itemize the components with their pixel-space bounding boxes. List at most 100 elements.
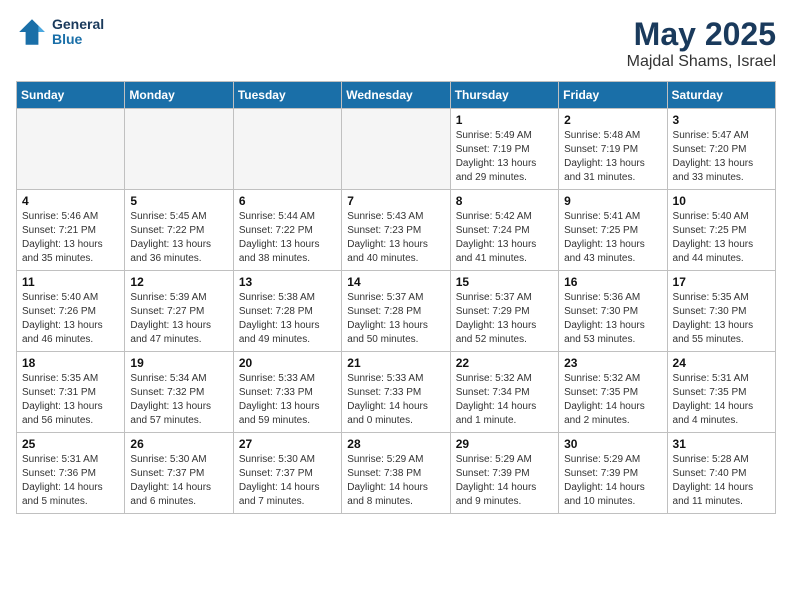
day-cell bbox=[125, 109, 233, 190]
day-header-saturday: Saturday bbox=[667, 82, 775, 109]
logo-icon bbox=[16, 16, 48, 48]
day-cell: 18 Sunrise: 5:35 AM Sunset: 7:31 PM Dayli… bbox=[17, 352, 125, 433]
day-number: 15 bbox=[456, 275, 553, 289]
logo: General Blue bbox=[16, 16, 104, 48]
day-header-sunday: Sunday bbox=[17, 82, 125, 109]
day-cell: 1 Sunrise: 5:49 AM Sunset: 7:19 PM Daylig… bbox=[450, 109, 558, 190]
day-detail: Sunrise: 5:48 AM Sunset: 7:19 PM Dayligh… bbox=[564, 129, 661, 185]
day-detail: Sunrise: 5:33 AM Sunset: 7:33 PM Dayligh… bbox=[347, 372, 444, 428]
day-number: 17 bbox=[673, 275, 770, 289]
day-number: 4 bbox=[22, 194, 119, 208]
day-cell: 14 Sunrise: 5:37 AM Sunset: 7:28 PM Dayli… bbox=[342, 271, 450, 352]
day-cell: 26 Sunrise: 5:30 AM Sunset: 7:37 PM Dayli… bbox=[125, 433, 233, 514]
day-cell: 30 Sunrise: 5:29 AM Sunset: 7:39 PM Dayli… bbox=[559, 433, 667, 514]
logo-text: General Blue bbox=[52, 17, 104, 48]
day-cell: 23Sunrise: 5:32 AM Sunset: 7:35 PM Dayli… bbox=[559, 352, 667, 433]
day-cell: 17 Sunrise: 5:35 AM Sunset: 7:30 PM Dayli… bbox=[667, 271, 775, 352]
day-cell: 8Sunrise: 5:42 AM Sunset: 7:24 PM Daylig… bbox=[450, 190, 558, 271]
day-detail: Sunrise: 5:29 AM Sunset: 7:39 PM Dayligh… bbox=[564, 453, 661, 509]
day-header-wednesday: Wednesday bbox=[342, 82, 450, 109]
day-cell: 19 Sunrise: 5:34 AM Sunset: 7:32 PM Dayli… bbox=[125, 352, 233, 433]
day-detail: Sunrise: 5:36 AM Sunset: 7:30 PM Dayligh… bbox=[564, 291, 661, 347]
day-cell: 6 Sunrise: 5:44 AM Sunset: 7:22 PM Daylig… bbox=[233, 190, 341, 271]
day-cell: 7 Sunrise: 5:43 AM Sunset: 7:23 PM Daylig… bbox=[342, 190, 450, 271]
day-number: 10 bbox=[673, 194, 770, 208]
day-cell: 27Sunrise: 5:30 AM Sunset: 7:37 PM Dayli… bbox=[233, 433, 341, 514]
day-cell: 21Sunrise: 5:33 AM Sunset: 7:33 PM Dayli… bbox=[342, 352, 450, 433]
calendar-body: 1 Sunrise: 5:49 AM Sunset: 7:19 PM Daylig… bbox=[17, 109, 776, 514]
day-detail: Sunrise: 5:35 AM Sunset: 7:30 PM Dayligh… bbox=[673, 291, 770, 347]
day-number: 1 bbox=[456, 113, 553, 127]
day-number: 29 bbox=[456, 437, 553, 451]
day-number: 2 bbox=[564, 113, 661, 127]
day-detail: Sunrise: 5:41 AM Sunset: 7:25 PM Dayligh… bbox=[564, 210, 661, 266]
day-cell: 3 Sunrise: 5:47 AM Sunset: 7:20 PM Daylig… bbox=[667, 109, 775, 190]
day-cell: 15 Sunrise: 5:37 AM Sunset: 7:29 PM Dayli… bbox=[450, 271, 558, 352]
logo-line1: General bbox=[52, 17, 104, 32]
day-detail: Sunrise: 5:37 AM Sunset: 7:29 PM Dayligh… bbox=[456, 291, 553, 347]
day-cell bbox=[342, 109, 450, 190]
day-number: 30 bbox=[564, 437, 661, 451]
day-cell: 29 Sunrise: 5:29 AM Sunset: 7:39 PM Dayli… bbox=[450, 433, 558, 514]
calendar-table: SundayMondayTuesdayWednesdayThursdayFrid… bbox=[16, 81, 776, 514]
day-header-monday: Monday bbox=[125, 82, 233, 109]
day-header-thursday: Thursday bbox=[450, 82, 558, 109]
week-row-5: 25 Sunrise: 5:31 AM Sunset: 7:36 PM Dayli… bbox=[17, 433, 776, 514]
day-detail: Sunrise: 5:47 AM Sunset: 7:20 PM Dayligh… bbox=[673, 129, 770, 185]
day-number: 9 bbox=[564, 194, 661, 208]
day-number: 25 bbox=[22, 437, 119, 451]
location: Majdal Shams, Israel bbox=[627, 53, 776, 71]
day-cell: 2 Sunrise: 5:48 AM Sunset: 7:19 PM Daylig… bbox=[559, 109, 667, 190]
day-detail: Sunrise: 5:37 AM Sunset: 7:28 PM Dayligh… bbox=[347, 291, 444, 347]
day-cell: 13 Sunrise: 5:38 AM Sunset: 7:28 PM Dayli… bbox=[233, 271, 341, 352]
day-detail: Sunrise: 5:33 AM Sunset: 7:33 PM Dayligh… bbox=[239, 372, 336, 428]
day-detail: Sunrise: 5:40 AM Sunset: 7:25 PM Dayligh… bbox=[673, 210, 770, 266]
logo-line2: Blue bbox=[52, 32, 104, 47]
day-number: 6 bbox=[239, 194, 336, 208]
title-block: May 2025 Majdal Shams, Israel bbox=[627, 16, 776, 71]
day-number: 13 bbox=[239, 275, 336, 289]
day-detail: Sunrise: 5:29 AM Sunset: 7:38 PM Dayligh… bbox=[347, 453, 444, 509]
day-cell bbox=[233, 109, 341, 190]
day-cell: 25 Sunrise: 5:31 AM Sunset: 7:36 PM Dayli… bbox=[17, 433, 125, 514]
day-cell: 12Sunrise: 5:39 AM Sunset: 7:27 PM Dayli… bbox=[125, 271, 233, 352]
day-cell: 16Sunrise: 5:36 AM Sunset: 7:30 PM Dayli… bbox=[559, 271, 667, 352]
day-detail: Sunrise: 5:49 AM Sunset: 7:19 PM Dayligh… bbox=[456, 129, 553, 185]
day-number: 3 bbox=[673, 113, 770, 127]
day-cell: 11Sunrise: 5:40 AM Sunset: 7:26 PM Dayli… bbox=[17, 271, 125, 352]
day-detail: Sunrise: 5:30 AM Sunset: 7:37 PM Dayligh… bbox=[130, 453, 227, 509]
day-number: 5 bbox=[130, 194, 227, 208]
day-number: 23 bbox=[564, 356, 661, 370]
day-detail: Sunrise: 5:38 AM Sunset: 7:28 PM Dayligh… bbox=[239, 291, 336, 347]
day-header-friday: Friday bbox=[559, 82, 667, 109]
day-number: 26 bbox=[130, 437, 227, 451]
day-number: 22 bbox=[456, 356, 553, 370]
day-number: 18 bbox=[22, 356, 119, 370]
day-number: 14 bbox=[347, 275, 444, 289]
day-cell: 10 Sunrise: 5:40 AM Sunset: 7:25 PM Dayli… bbox=[667, 190, 775, 271]
day-detail: Sunrise: 5:39 AM Sunset: 7:27 PM Dayligh… bbox=[130, 291, 227, 347]
week-row-3: 11Sunrise: 5:40 AM Sunset: 7:26 PM Dayli… bbox=[17, 271, 776, 352]
day-detail: Sunrise: 5:35 AM Sunset: 7:31 PM Dayligh… bbox=[22, 372, 119, 428]
day-detail: Sunrise: 5:43 AM Sunset: 7:23 PM Dayligh… bbox=[347, 210, 444, 266]
day-detail: Sunrise: 5:44 AM Sunset: 7:22 PM Dayligh… bbox=[239, 210, 336, 266]
day-cell bbox=[17, 109, 125, 190]
day-detail: Sunrise: 5:34 AM Sunset: 7:32 PM Dayligh… bbox=[130, 372, 227, 428]
page-header: General Blue May 2025 Majdal Shams, Isra… bbox=[16, 16, 776, 71]
calendar-header-row: SundayMondayTuesdayWednesdayThursdayFrid… bbox=[17, 82, 776, 109]
day-cell: 22Sunrise: 5:32 AM Sunset: 7:34 PM Dayli… bbox=[450, 352, 558, 433]
day-detail: Sunrise: 5:31 AM Sunset: 7:35 PM Dayligh… bbox=[673, 372, 770, 428]
day-header-tuesday: Tuesday bbox=[233, 82, 341, 109]
day-number: 7 bbox=[347, 194, 444, 208]
day-detail: Sunrise: 5:29 AM Sunset: 7:39 PM Dayligh… bbox=[456, 453, 553, 509]
day-detail: Sunrise: 5:40 AM Sunset: 7:26 PM Dayligh… bbox=[22, 291, 119, 347]
day-cell: 4 Sunrise: 5:46 AM Sunset: 7:21 PM Daylig… bbox=[17, 190, 125, 271]
day-number: 19 bbox=[130, 356, 227, 370]
week-row-4: 18 Sunrise: 5:35 AM Sunset: 7:31 PM Dayli… bbox=[17, 352, 776, 433]
month-title: May 2025 bbox=[627, 16, 776, 53]
week-row-1: 1 Sunrise: 5:49 AM Sunset: 7:19 PM Daylig… bbox=[17, 109, 776, 190]
day-detail: Sunrise: 5:46 AM Sunset: 7:21 PM Dayligh… bbox=[22, 210, 119, 266]
day-number: 20 bbox=[239, 356, 336, 370]
day-detail: Sunrise: 5:31 AM Sunset: 7:36 PM Dayligh… bbox=[22, 453, 119, 509]
day-number: 27 bbox=[239, 437, 336, 451]
